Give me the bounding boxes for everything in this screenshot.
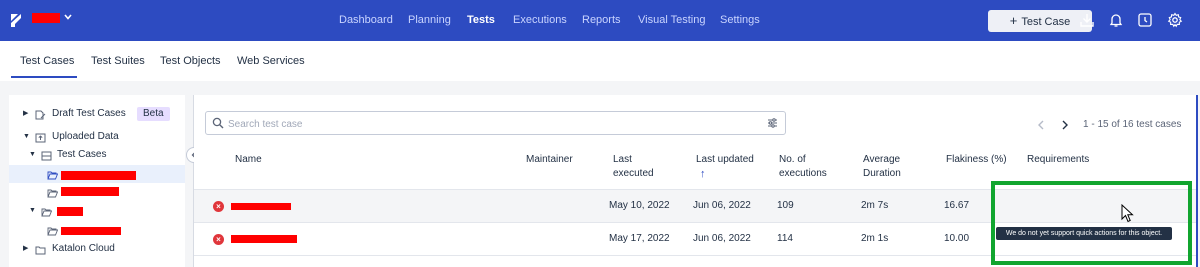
tree-item-draft-test-cases[interactable]: ▶ Draft Test Cases Beta [9, 105, 185, 123]
failed-status-icon: × [213, 234, 224, 245]
redacted-folder-name [61, 171, 136, 180]
sub-tabs-bar: Test Cases Test Suites Test Objects Web … [0, 41, 1200, 81]
cell-flakiness: 10.00 [944, 233, 970, 244]
redacted-test-case-name[interactable] [231, 203, 291, 210]
chevron-down-icon[interactable] [63, 12, 75, 24]
add-test-case-label: Test Case [1021, 16, 1071, 28]
failed-status-icon: × [213, 201, 224, 212]
caret-down-icon[interactable]: ▼ [23, 128, 30, 146]
folder-open-icon [47, 225, 59, 236]
tree-item-uploaded-data[interactable]: ▼ Uploaded Data [9, 128, 185, 146]
cell-last-updated: Jun 06, 2022 [693, 200, 751, 211]
tree-item-subfolder[interactable] [9, 221, 185, 239]
cell-flakiness: 16.67 [944, 200, 970, 211]
caret-right-icon[interactable]: ▶ [23, 240, 28, 258]
gear-icon[interactable] [1167, 12, 1183, 28]
pagination-summary: 1 - 15 of 16 test cases [1083, 119, 1182, 130]
cell-last-executed: May 17, 2022 [609, 233, 670, 244]
caret-right-icon[interactable]: ▶ [23, 105, 28, 123]
column-duration-line2: Duration [863, 168, 901, 179]
column-last-updated-label: Last updated [696, 154, 754, 165]
column-executions-line1: No. of [779, 154, 806, 165]
cell-last-executed: May 10, 2022 [609, 200, 670, 211]
caret-down-icon[interactable]: ▼ [29, 202, 36, 220]
plus-icon: + [1009, 13, 1018, 28]
tree-item-folder-collapsible[interactable]: ▼ [9, 202, 185, 220]
next-page-icon[interactable] [1061, 119, 1069, 133]
upload-folder-icon [35, 132, 46, 143]
nav-reports[interactable]: Reports [582, 14, 621, 26]
column-average-duration[interactable]: Average Duration [863, 153, 901, 181]
filter-icon[interactable] [767, 118, 778, 131]
cell-last-updated: Jun 06, 2022 [693, 233, 751, 244]
search-input[interactable] [228, 116, 748, 132]
column-last-executed-line1: Last [613, 154, 632, 165]
search-box[interactable] [205, 111, 786, 135]
quick-actions-tooltip: We do not yet support quick actions for … [996, 227, 1172, 240]
cell-executions: 109 [777, 200, 794, 211]
column-last-executed[interactable]: Last executed [613, 153, 654, 181]
tab-test-suites[interactable]: Test Suites [91, 55, 145, 67]
cloud-folder-icon [35, 244, 46, 255]
tree-item-katalon-cloud[interactable]: ▶ Katalon Cloud [9, 240, 185, 258]
draft-file-icon [35, 109, 46, 120]
column-last-executed-line2: executed [613, 168, 654, 179]
cell-duration: 2m 7s [861, 200, 889, 211]
folder-open-icon [47, 169, 59, 180]
tree-label-test-cases: Test Cases [57, 149, 107, 160]
workspace-name-redacted[interactable] [32, 13, 60, 23]
cell-executions: 114 [777, 233, 793, 244]
caret-down-icon[interactable]: ▼ [29, 146, 36, 164]
tab-test-objects[interactable]: Test Objects [160, 55, 221, 67]
redacted-folder-name [57, 207, 83, 216]
test-cases-icon [41, 150, 52, 161]
search-icon [212, 117, 224, 132]
column-maintainer[interactable]: Maintainer [526, 153, 573, 167]
column-last-updated[interactable]: Last updated ↑ [696, 153, 754, 181]
redacted-folder-name [61, 187, 119, 196]
history-icon[interactable] [1137, 12, 1153, 28]
top-navigation-bar: Dashboard Planning Tests Executions Repo… [0, 0, 1200, 41]
tree-label-draft: Draft Test Cases [52, 108, 126, 119]
beta-badge: Beta [137, 107, 170, 121]
panel-edge-accent [1196, 95, 1198, 267]
tab-web-services[interactable]: Web Services [237, 55, 305, 67]
column-executions[interactable]: No. of executions [779, 153, 827, 181]
previous-page-icon[interactable] [1037, 119, 1045, 133]
nav-settings[interactable]: Settings [720, 14, 760, 26]
tree-item-folder[interactable] [9, 183, 185, 201]
nav-planning[interactable]: Planning [408, 14, 451, 26]
nav-executions[interactable]: Executions [513, 14, 567, 26]
column-executions-line2: executions [779, 168, 827, 179]
tree-label-katalon-cloud: Katalon Cloud [52, 243, 115, 254]
redacted-test-case-name[interactable] [231, 235, 297, 243]
test-tree-panel: ▶ Draft Test Cases Beta ▼ Uploaded Data … [9, 95, 185, 267]
column-duration-line1: Average [863, 154, 901, 165]
nav-dashboard[interactable]: Dashboard [339, 14, 393, 26]
nav-tests[interactable]: Tests [467, 14, 495, 26]
nav-visual-testing[interactable]: Visual Testing [638, 14, 705, 26]
tab-test-cases[interactable]: Test Cases [20, 55, 74, 67]
cell-duration: 2m 1s [861, 233, 889, 244]
katalon-logo[interactable] [9, 12, 23, 28]
folder-open-icon [47, 187, 59, 198]
folder-open-icon [41, 206, 53, 217]
sort-ascending-icon[interactable]: ↑ [696, 167, 754, 181]
bell-icon[interactable] [1108, 12, 1124, 28]
redacted-folder-name [61, 227, 121, 235]
tree-label-uploaded: Uploaded Data [52, 131, 119, 142]
add-test-case-button[interactable]: + Test Case [988, 10, 1092, 32]
tree-item-folder-selected[interactable] [9, 165, 185, 183]
mouse-cursor-icon [1121, 203, 1135, 224]
column-flakiness[interactable]: Flakiness (%) [946, 153, 1007, 167]
tree-item-test-cases[interactable]: ▼ Test Cases [9, 146, 185, 164]
highlight-box [991, 181, 1192, 265]
column-name[interactable]: Name [235, 153, 262, 167]
active-tab-indicator [11, 76, 77, 78]
column-requirements[interactable]: Requirements [1027, 153, 1089, 167]
download-icon[interactable] [1079, 12, 1095, 28]
